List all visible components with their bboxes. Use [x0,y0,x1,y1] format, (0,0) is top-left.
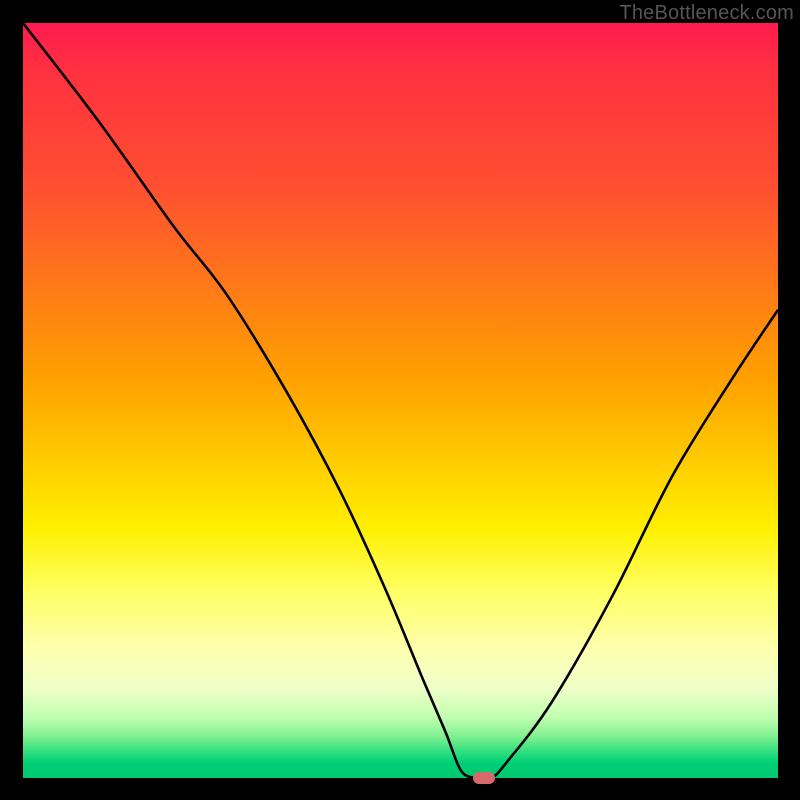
plot-area [23,23,778,778]
watermark-text: TheBottleneck.com [619,2,794,25]
chart-frame: TheBottleneck.com [0,0,800,800]
optimal-marker [473,772,495,784]
bottleneck-curve [23,23,778,778]
